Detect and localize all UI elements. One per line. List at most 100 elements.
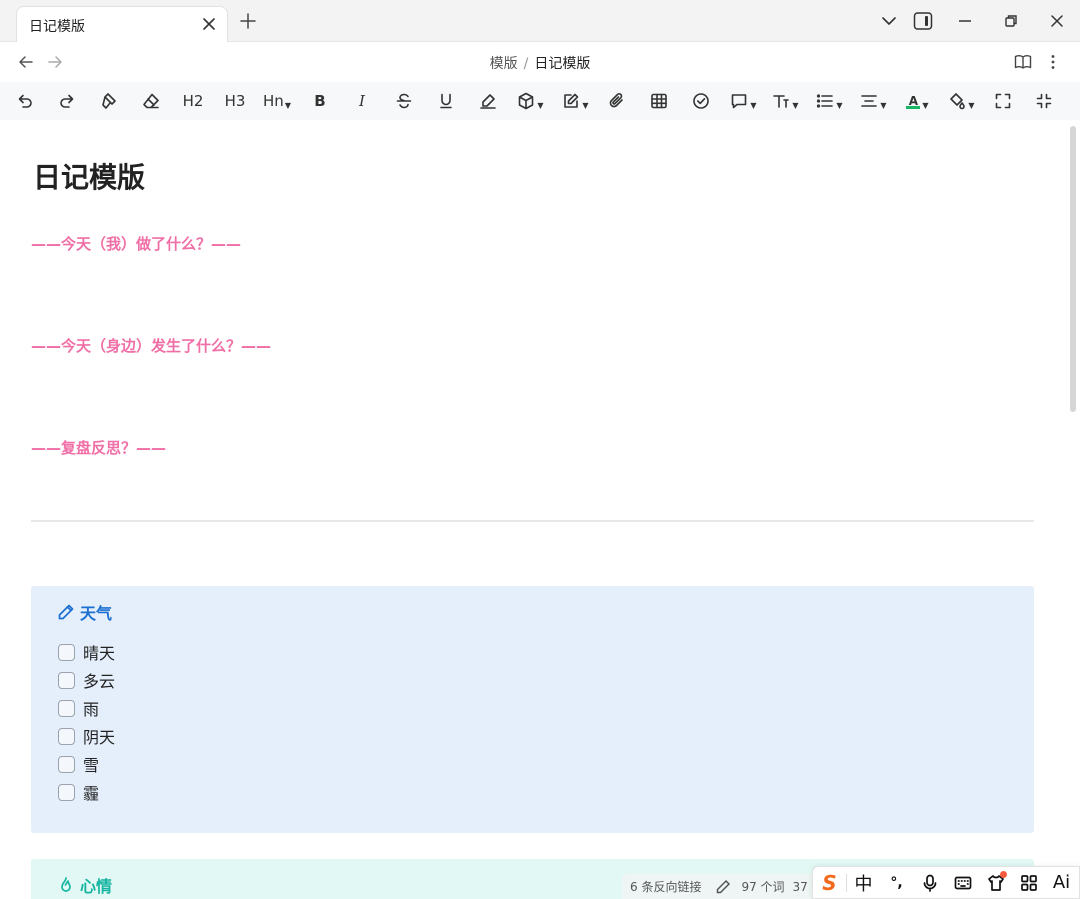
ime-punctuation-toggle[interactable]: °, [880,866,913,899]
list-item: 多云 [58,666,115,694]
font-color-swatch [906,106,921,109]
ime-language-label: 中 [854,873,873,895]
mood-title-label: 心情 [80,877,113,896]
weather-callout: 天气 晴天 多云 雨 阴天 雪 霾 [31,586,1034,833]
dropdown-caret-icon: ▼ [582,100,589,110]
list-icon[interactable]: ▼ [814,89,844,113]
list-item: 阴天 [58,722,115,750]
dropdown-caret-icon: ▼ [836,100,843,110]
breadcrumb-current[interactable]: 日记模版 [534,56,590,72]
font-color-icon: A [905,91,921,111]
background-color-icon[interactable]: ▼ [946,89,976,113]
chevron-down-icon[interactable] [878,10,900,32]
format-painter-icon[interactable] [96,89,122,113]
more-options-icon[interactable] [1043,52,1063,72]
heading-n-button[interactable]: Hn ▼ [262,89,292,113]
dropdown-caret-icon: ▼ [537,100,544,110]
char-count: 37 [792,879,808,894]
backlinks-count[interactable]: 6 条反向链接 [630,878,701,895]
breadcrumb: 模版 / 日记模版 [0,53,1080,73]
highlighter-icon[interactable] [475,89,501,113]
notification-dot [1000,871,1007,878]
embed-block-icon[interactable]: ▼ [515,89,545,113]
tab-title: 日记模版 [29,19,85,35]
list-item: 霾 [58,778,115,806]
checkbox[interactable] [58,727,75,745]
checkbox[interactable] [58,643,75,661]
checklist-label: 雪 [83,756,100,775]
undo-icon[interactable] [12,89,38,113]
weather-title-label: 天气 [80,604,113,623]
redo-icon[interactable] [54,89,80,113]
checkbox[interactable] [58,671,75,689]
checklist-label: 晴天 [83,644,116,663]
section-heading-happened-around[interactable]: ——今天（身边）发生了什么？—— [31,335,271,356]
bold-label: B [314,92,326,110]
strikethrough-icon[interactable] [391,89,417,113]
checkbox[interactable] [58,755,75,773]
checklist-label: 阴天 [83,728,116,747]
underline-icon[interactable] [433,89,459,113]
heading-3-button[interactable]: H3 [222,89,248,113]
font-color-button[interactable]: A ▼ [902,89,932,113]
eraser-icon[interactable] [138,89,164,113]
heading-2-button[interactable]: H2 [180,89,206,113]
add-tab-icon[interactable] [238,11,258,31]
attachment-icon[interactable] [604,89,630,113]
microphone-icon[interactable] [913,866,946,899]
page-title[interactable]: 日记模版 [33,156,145,196]
ime-punctuation-label: °, [890,874,903,891]
table-icon[interactable] [646,89,672,113]
keyboard-icon[interactable] [946,866,979,899]
pen-icon[interactable] [715,879,731,895]
bold-button[interactable]: B [307,89,333,113]
checkbox[interactable] [58,699,75,717]
checkbox-task-icon[interactable] [688,89,714,113]
skin-shirt-icon[interactable] [979,866,1012,899]
dropdown-caret-icon: ▼ [880,100,887,110]
tab-active[interactable]: 日记模版 [16,6,228,42]
weather-checklist: 晴天 多云 雨 阴天 雪 霾 [58,638,115,806]
status-bar: 6 条反向链接 97 个词 37 [622,874,816,899]
checklist-label: 多云 [83,672,116,691]
sogou-logo-icon[interactable]: S [813,866,846,899]
flame-icon [61,877,71,892]
checklist-label: 雨 [83,700,100,719]
list-item: 雪 [58,750,115,778]
close-window-icon[interactable] [1046,10,1068,32]
pencil-icon [58,604,74,620]
breadcrumb-parent[interactable]: 模版 [490,56,518,72]
dropdown-caret-icon: ▼ [922,100,929,110]
dropdown-caret-icon: ▼ [792,100,799,110]
collapse-icon[interactable] [1031,89,1057,113]
word-count: 97 个词 [741,880,785,894]
minimize-icon[interactable] [954,10,976,32]
ime-toolbar: S 中 °, Ai [812,866,1080,899]
section-heading-did-today[interactable]: ——今天（我）做了什么？—— [31,233,241,254]
section-heading-review[interactable]: ——复盘反思？—— [31,437,166,458]
list-item: 雨 [58,694,115,722]
reading-mode-book-icon[interactable] [1013,52,1033,72]
close-icon[interactable] [199,14,219,34]
ai-assistant-button[interactable]: Ai [1045,866,1078,899]
ime-language-toggle[interactable]: 中 [847,866,880,899]
edit-note-icon[interactable]: ▼ [560,89,590,113]
apps-grid-icon[interactable] [1012,866,1045,899]
dropdown-caret-icon: ▼ [968,100,975,110]
italic-button[interactable]: I [349,89,375,113]
fullscreen-icon[interactable] [990,89,1016,113]
editor-toolbar: H2 H3 Hn ▼ B I ▼ ▼ ▼ ▼ ▼ ▼ A ▼ ▼ [0,82,1080,120]
italic-label: I [359,92,365,110]
mood-callout-title: 心情 [57,873,112,897]
restore-icon[interactable] [1000,10,1022,32]
comment-icon[interactable]: ▼ [728,89,758,113]
scrollbar[interactable] [1070,126,1076,412]
heading-3-label: H3 [224,92,246,110]
sidebar-toggle-icon[interactable] [912,10,934,32]
align-center-icon[interactable]: ▼ [858,89,888,113]
breadcrumb-separator: / [523,56,529,72]
checkbox[interactable] [58,783,75,801]
text-size-icon[interactable]: ▼ [770,89,800,113]
list-item: 晴天 [58,638,115,666]
heading-n-label: Hn [263,92,284,110]
